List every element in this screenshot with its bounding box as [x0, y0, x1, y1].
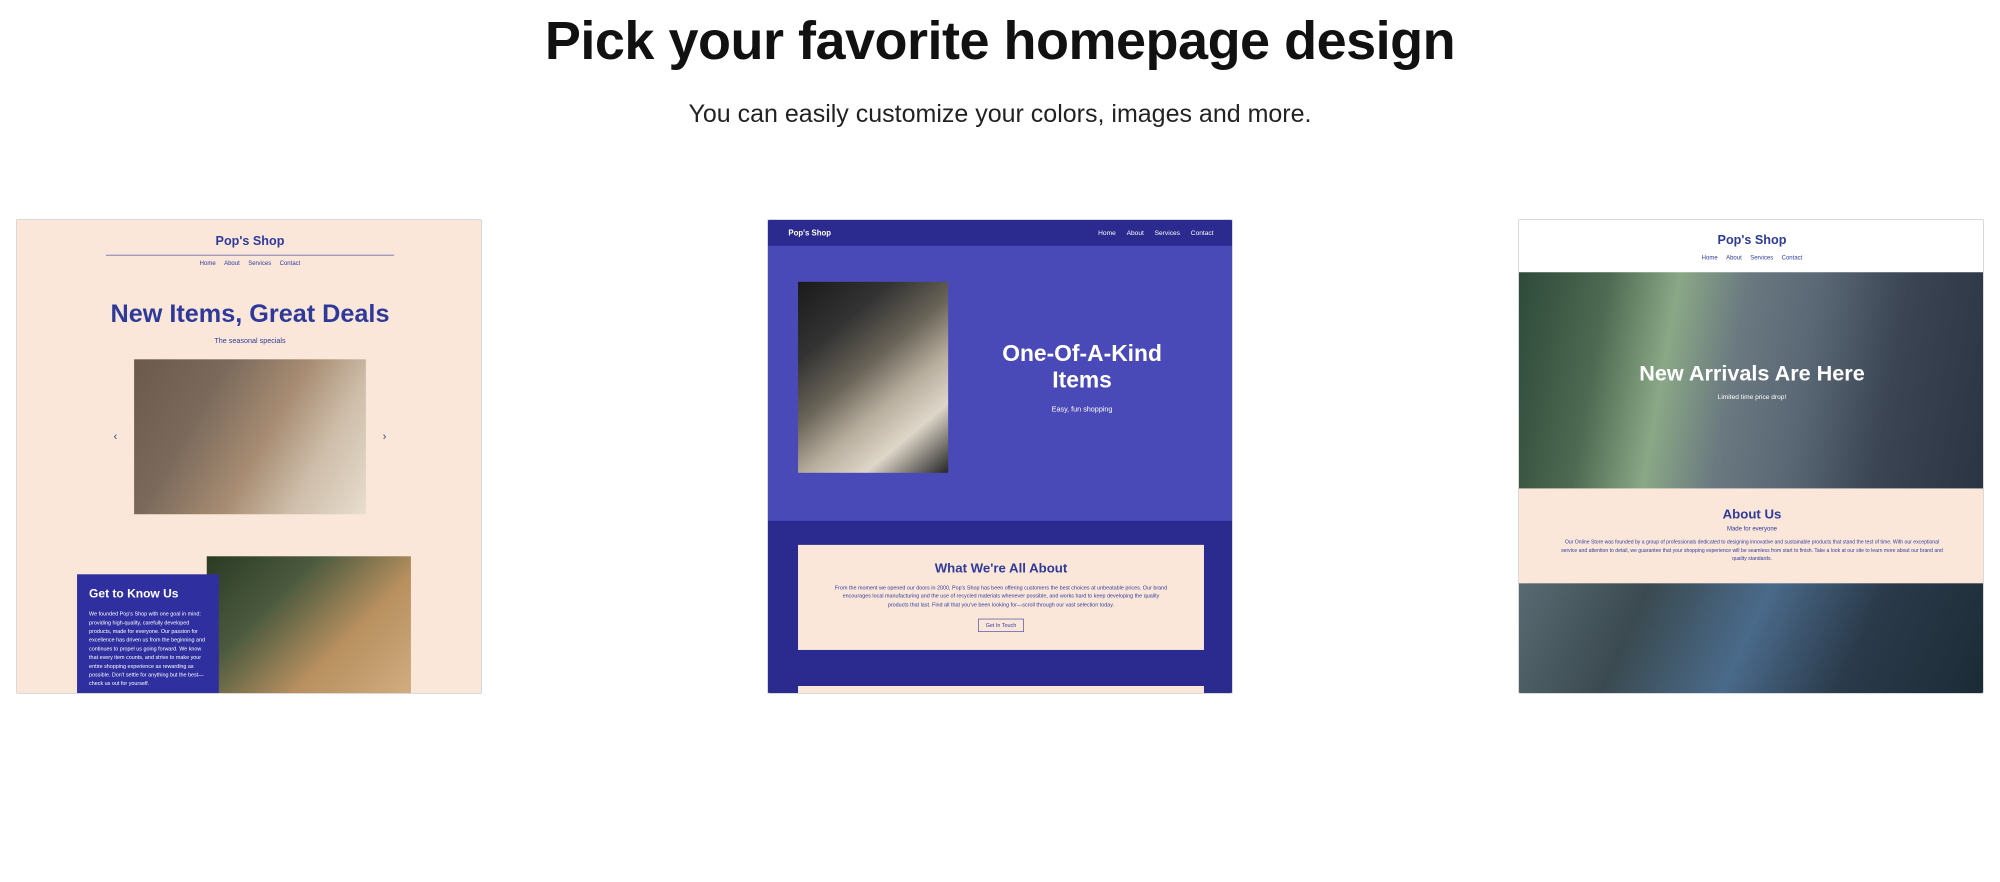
- page-title: Pick your favorite homepage design: [0, 10, 2000, 72]
- t2-hero: One-Of-A-Kind Items Easy, fun shopping: [768, 246, 1233, 521]
- template-card-3[interactable]: Pop's Shop Home About Services Contact N…: [1518, 219, 1984, 694]
- t2-cta-button: Get In Touch: [978, 619, 1024, 632]
- t2-site-title: Pop's Shop: [788, 228, 831, 237]
- t2-nav-home: Home: [1098, 229, 1116, 236]
- chevron-left-icon: ‹: [108, 431, 122, 444]
- t1-nav-services: Services: [248, 260, 271, 267]
- t2-nav-about: About: [1127, 229, 1144, 236]
- t1-carousel-image: [134, 359, 366, 514]
- t1-divider: [106, 255, 394, 256]
- t1-know-title: Get to Know Us: [89, 588, 207, 602]
- t3-about-title: About Us: [1561, 506, 1943, 522]
- t1-carousel: ‹ ›: [106, 359, 394, 514]
- template-card-2[interactable]: Pop's Shop Home About Services Contact O…: [767, 219, 1233, 694]
- t1-hero-sub: The seasonal specials: [106, 337, 394, 345]
- t3-hero-title: New Arrivals Are Here: [1639, 360, 1865, 386]
- t2-about-body: From the moment we opened our doors in 2…: [834, 583, 1168, 609]
- chevron-right-icon: ›: [377, 431, 391, 444]
- t2-nav-services: Services: [1155, 229, 1180, 236]
- t3-nav-services: Services: [1750, 255, 1773, 262]
- t2-hero-sub: Easy, fun shopping: [972, 405, 1192, 413]
- t1-know-body: We founded Pop's Shop with one goal in m…: [89, 610, 207, 688]
- page-subtitle: You can easily customize your colors, im…: [0, 100, 2000, 129]
- t3-site-title: Pop's Shop: [1519, 233, 1984, 247]
- t2-about: What We're All About From the moment we …: [798, 545, 1204, 650]
- t2-lower-panel: [798, 686, 1204, 694]
- t1-site-title: Pop's Shop: [106, 220, 394, 249]
- t1-nav-about: About: [224, 260, 240, 267]
- t1-secondary-image: [207, 556, 411, 694]
- t3-hero-sub: Limited time price drop!: [1639, 393, 1865, 400]
- t2-nav: Home About Services Contact: [1098, 229, 1213, 236]
- t3-about-body: Our Online Store was founded by a group …: [1561, 538, 1943, 562]
- t3-about-sub: Made for everyone: [1561, 526, 1943, 533]
- t3-hero: New Arrivals Are Here Limited time price…: [1519, 272, 1984, 488]
- t2-topbar: Pop's Shop Home About Services Contact: [768, 220, 1233, 246]
- t3-lower-image: [1519, 583, 1984, 694]
- t3-about: About Us Made for everyone Our Online St…: [1519, 488, 1984, 583]
- t3-nav: Home About Services Contact: [1519, 255, 1984, 262]
- templates-row: Pop's Shop Home About Services Contact N…: [0, 129, 2000, 694]
- t1-nav-home: Home: [200, 260, 216, 267]
- t2-hero-image: [798, 282, 948, 473]
- t3-nav-contact: Contact: [1782, 255, 1803, 262]
- t1-nav: Home About Services Contact: [106, 260, 394, 267]
- t3-nav-home: Home: [1702, 255, 1718, 262]
- t1-hero-title: New Items, Great Deals: [106, 299, 394, 328]
- t3-nav-about: About: [1726, 255, 1742, 262]
- t2-nav-contact: Contact: [1191, 229, 1214, 236]
- t1-know-card: Get to Know Us We founded Pop's Shop wit…: [77, 574, 219, 694]
- t2-hero-title: One-Of-A-Kind Items: [972, 341, 1192, 393]
- t2-about-title: What We're All About: [834, 560, 1168, 576]
- t1-nav-contact: Contact: [280, 260, 301, 267]
- template-card-1[interactable]: Pop's Shop Home About Services Contact N…: [16, 219, 482, 694]
